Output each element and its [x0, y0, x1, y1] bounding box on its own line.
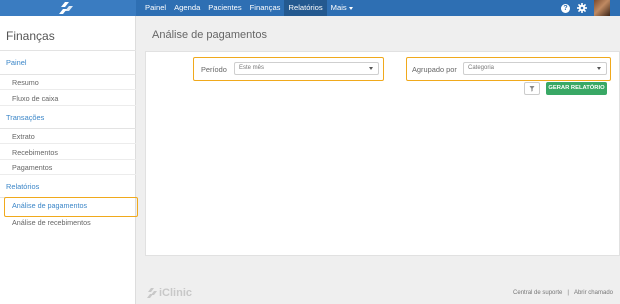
- sidebar-item-resumo[interactable]: Resumo: [0, 75, 136, 90]
- page-title: Análise de pagamentos: [152, 29, 267, 41]
- footer-logo-text: iClinic: [159, 287, 193, 299]
- footer-divider: |: [567, 290, 569, 296]
- sidebar-title: Finanças: [6, 29, 55, 43]
- nav-painel[interactable]: Painel: [141, 0, 170, 16]
- sidebar-item-recebimentos[interactable]: Recebimentos: [0, 145, 136, 160]
- help-icon[interactable]: ?: [561, 3, 570, 13]
- support-link[interactable]: Central de suporte: [513, 290, 562, 296]
- chevron-down-icon: [597, 67, 601, 70]
- sidebar-group-painel[interactable]: Painel: [6, 58, 27, 67]
- nav-relatorios[interactable]: Relatórios: [284, 0, 327, 16]
- nav-pacientes[interactable]: Pacientes: [204, 0, 245, 16]
- main-nav: Painel Agenda Pacientes Finanças Relatór…: [141, 0, 357, 16]
- sidebar-item-extrato[interactable]: Extrato: [0, 129, 136, 144]
- period-value: Este mês: [239, 65, 265, 71]
- avatar[interactable]: [594, 0, 610, 16]
- gear-icon[interactable]: [577, 3, 587, 13]
- nav-mais[interactable]: Mais: [327, 0, 357, 16]
- filter-icon: [529, 86, 535, 92]
- sidebar-item-analise-de-recebimentos[interactable]: Análise de recebimentos: [0, 215, 136, 230]
- sidebar-group-transacoes[interactable]: Transações: [6, 113, 44, 122]
- footer-links: Central de suporte | Abrir chamado: [513, 290, 613, 296]
- group-by-select[interactable]: Categoria: [463, 62, 607, 75]
- footer-logo: iClinic: [147, 287, 192, 299]
- highlight-active-item: [4, 197, 138, 217]
- open-ticket-link[interactable]: Abrir chamado: [574, 290, 613, 296]
- sidebar-item-pagamentos[interactable]: Pagamentos: [0, 160, 136, 175]
- chevron-down-icon: [348, 6, 353, 10]
- period-label: Período: [201, 65, 227, 74]
- chevron-down-icon: [369, 67, 373, 70]
- generate-report-button[interactable]: GERAR RELATÓRIO: [546, 82, 607, 95]
- divider: [0, 50, 136, 51]
- top-navigation-bar: Painel Agenda Pacientes Finanças Relatór…: [0, 0, 620, 16]
- logo-area[interactable]: [0, 0, 136, 16]
- nav-financas[interactable]: Finanças: [246, 0, 285, 16]
- nav-mais-label: Mais: [330, 3, 347, 12]
- sidebar-group-relatorios[interactable]: Relatórios: [6, 182, 39, 191]
- filter-button[interactable]: [524, 82, 540, 95]
- period-select[interactable]: Este mês: [234, 62, 379, 75]
- sidebar: Finanças Painel Resumo Fluxo de caixa Tr…: [0, 16, 136, 304]
- iclinic-logo-icon: [147, 288, 157, 298]
- group-by-label: Agrupado por: [412, 65, 457, 74]
- top-icons: ?: [561, 0, 620, 16]
- group-by-value: Categoria: [468, 65, 495, 71]
- logo-icon[interactable]: [59, 2, 73, 14]
- nav-agenda[interactable]: Agenda: [170, 0, 204, 16]
- sidebar-item-fluxo-de-caixa[interactable]: Fluxo de caixa: [0, 91, 136, 106]
